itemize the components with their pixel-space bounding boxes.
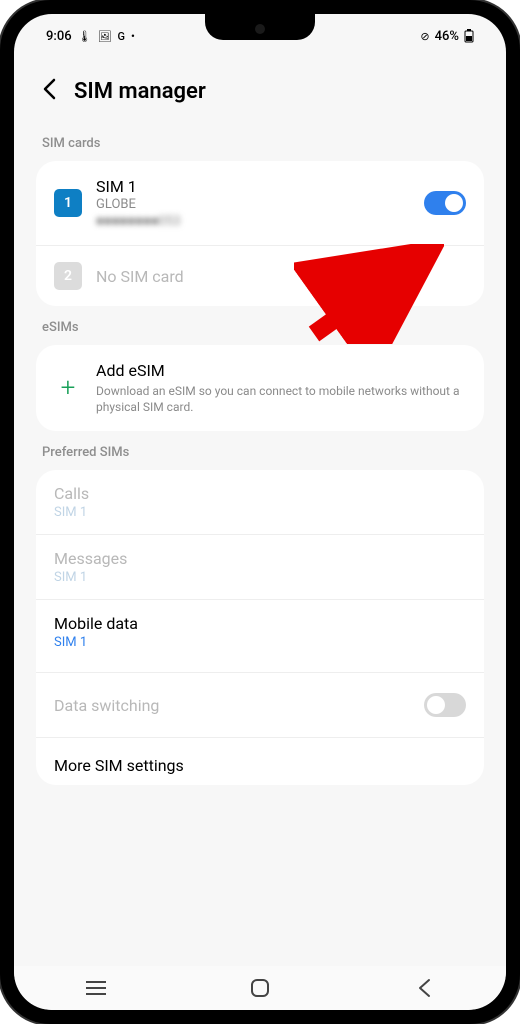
messages-title: Messages	[54, 549, 466, 568]
mobile-data-row[interactable]: Mobile data SIM 1	[36, 599, 484, 664]
plus-icon: +	[54, 374, 82, 402]
sim-cards-section-label: SIM cards	[36, 122, 484, 161]
messages-row[interactable]: Messages SIM 1	[36, 534, 484, 599]
calls-row[interactable]: Calls SIM 1	[36, 470, 484, 534]
nav-back-button[interactable]	[374, 978, 474, 998]
sim2-badge-icon: 2	[54, 262, 82, 290]
status-battery: 46%	[435, 29, 459, 44]
messages-value: SIM 1	[54, 570, 466, 585]
status-temp-icon: 🌡	[78, 30, 92, 43]
sim-cards-card: 1 SIM 1 GLOBE ■■■■■■■■053 2 No SIM card	[36, 161, 484, 306]
add-esim-desc: Download an eSIM so you can connect to m…	[96, 383, 466, 415]
data-switching-title: Data switching	[54, 696, 159, 715]
notch	[205, 14, 315, 40]
sim2-row: 2 No SIM card	[36, 245, 484, 306]
nav-recents-button[interactable]	[46, 980, 146, 996]
sim1-toggle[interactable]	[424, 191, 466, 215]
calls-value: SIM 1	[54, 505, 466, 520]
phone-frame: 9:06 🌡 🖼 G • ⊘ 46% SIM manager SIM cards	[0, 0, 520, 1024]
sim1-row[interactable]: 1 SIM 1 GLOBE ■■■■■■■■053	[36, 161, 484, 245]
page-header: SIM manager	[14, 58, 506, 122]
add-esim-row[interactable]: + Add eSIM Download an eSIM so you can c…	[36, 345, 484, 431]
sim1-carrier: GLOBE	[96, 197, 410, 212]
sim1-number: ■■■■■■■■053	[96, 213, 410, 229]
page-title: SIM manager	[74, 79, 206, 104]
sim1-badge-icon: 1	[54, 189, 82, 217]
esims-section-label: eSIMs	[36, 306, 484, 345]
calls-title: Calls	[54, 484, 466, 503]
back-button[interactable]	[42, 78, 56, 104]
status-gallery-icon: 🖼	[98, 30, 112, 43]
battery-icon	[464, 29, 474, 43]
add-esim-title: Add eSIM	[96, 361, 466, 380]
more-sim-settings-row[interactable]: More SIM settings	[36, 737, 484, 785]
nav-home-button[interactable]	[210, 978, 310, 998]
preferred-sims-card: Calls SIM 1 Messages SIM 1 Mobile data S…	[36, 470, 484, 785]
preferred-sims-section-label: Preferred SIMs	[36, 431, 484, 470]
sim1-title: SIM 1	[96, 177, 410, 196]
sim2-title: No SIM card	[96, 267, 466, 286]
screen: 9:06 🌡 🖼 G • ⊘ 46% SIM manager SIM cards	[14, 14, 506, 1010]
navigation-bar	[14, 966, 506, 1010]
status-dot-icon: •	[131, 30, 135, 43]
data-switching-toggle	[424, 693, 466, 717]
data-switching-row: Data switching	[36, 672, 484, 737]
status-time: 9:06	[46, 29, 72, 44]
esims-card: + Add eSIM Download an eSIM so you can c…	[36, 345, 484, 431]
chevron-left-icon	[42, 78, 56, 100]
mobile-data-value: SIM 1	[54, 635, 466, 650]
do-not-disturb-icon: ⊘	[420, 30, 429, 43]
status-google-icon: G	[118, 30, 126, 43]
mobile-data-title: Mobile data	[54, 614, 466, 633]
more-sim-settings-title: More SIM settings	[54, 756, 184, 775]
